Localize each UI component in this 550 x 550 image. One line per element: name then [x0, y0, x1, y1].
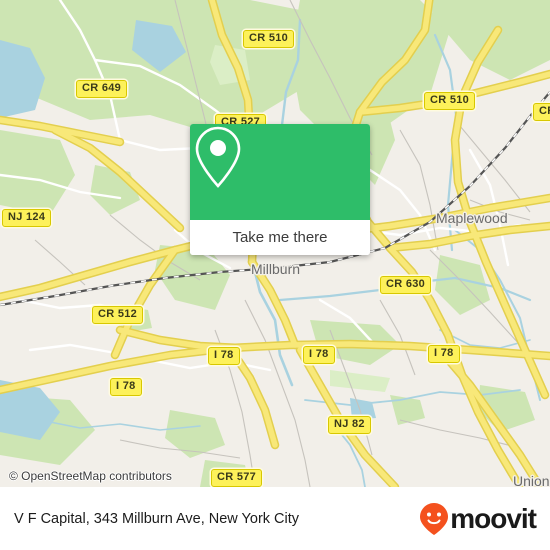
place-label-millburn: Millburn	[251, 261, 301, 277]
moovit-logo[interactable]: moovit	[419, 502, 537, 536]
road-shield: CR 577	[211, 469, 263, 487]
location-title: V F Capital, 343 Millburn Ave, New York …	[14, 510, 300, 527]
place-label-union: Union	[513, 473, 550, 487]
moovit-wordmark: moovit	[450, 502, 537, 534]
road-shield: I 78	[428, 345, 460, 363]
take-me-there-button[interactable]: Take me there	[190, 220, 370, 255]
destination-card[interactable]: Take me there	[190, 124, 370, 255]
road-shield: CR 510	[243, 30, 295, 48]
take-me-there-label: Take me there	[232, 229, 328, 246]
road-shield: I 78	[110, 378, 142, 396]
map-canvas[interactable]: CR 510 CR 649 CR 510 CR CR 527 NJ 124 CR…	[0, 0, 550, 487]
card-pin-area	[190, 124, 370, 220]
footer-bar: V F Capital, 343 Millburn Ave, New York …	[0, 487, 550, 550]
map-pin-icon	[195, 126, 241, 188]
map-screenshot: CR 510 CR 649 CR 510 CR CR 527 NJ 124 CR…	[0, 0, 550, 550]
map-attribution[interactable]: © OpenStreetMap contributors	[9, 469, 172, 483]
road-shield: I 78	[208, 347, 240, 365]
road-shield: CR 512	[92, 306, 144, 324]
moovit-smiley-pin-icon	[420, 502, 449, 535]
road-shield: NJ 124	[2, 209, 52, 227]
road-shield: CR 649	[76, 80, 128, 98]
place-label-maplewood: Maplewood	[436, 210, 508, 226]
road-shield: CR	[533, 103, 550, 121]
road-shield: CR 630	[380, 276, 432, 294]
road-shield: I 78	[303, 346, 335, 364]
road-shield: CR 510	[424, 92, 476, 110]
road-shield: NJ 82	[328, 416, 371, 434]
